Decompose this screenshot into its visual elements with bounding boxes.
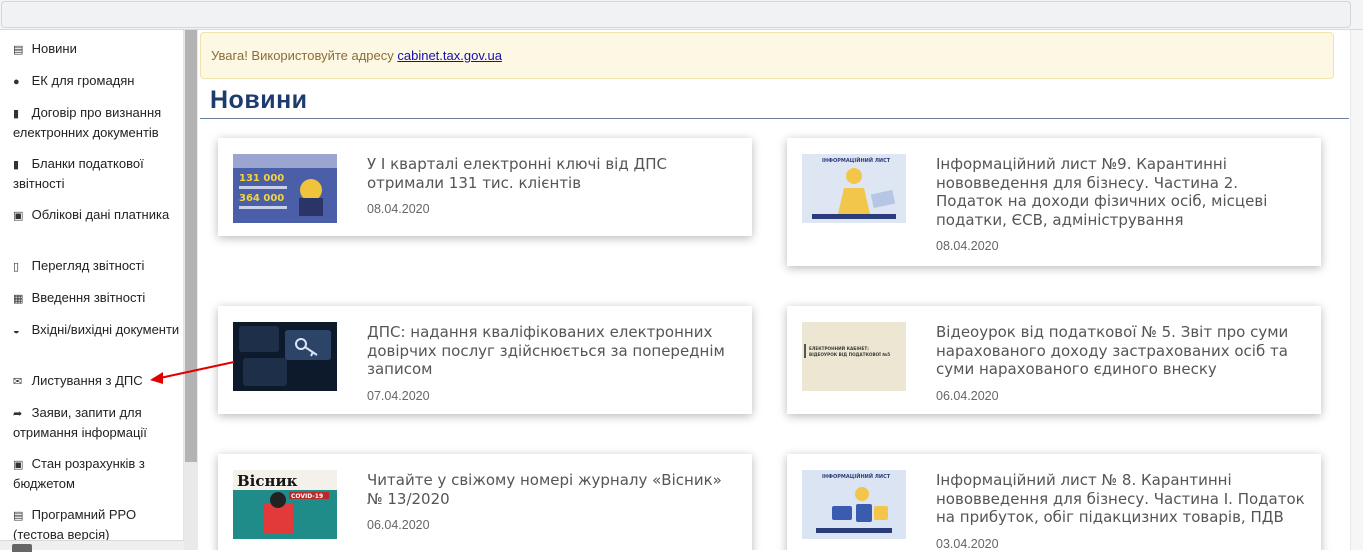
arrow-shaft: [159, 361, 235, 379]
annotation-arrow: [150, 361, 235, 384]
arrow-head: [150, 372, 163, 384]
